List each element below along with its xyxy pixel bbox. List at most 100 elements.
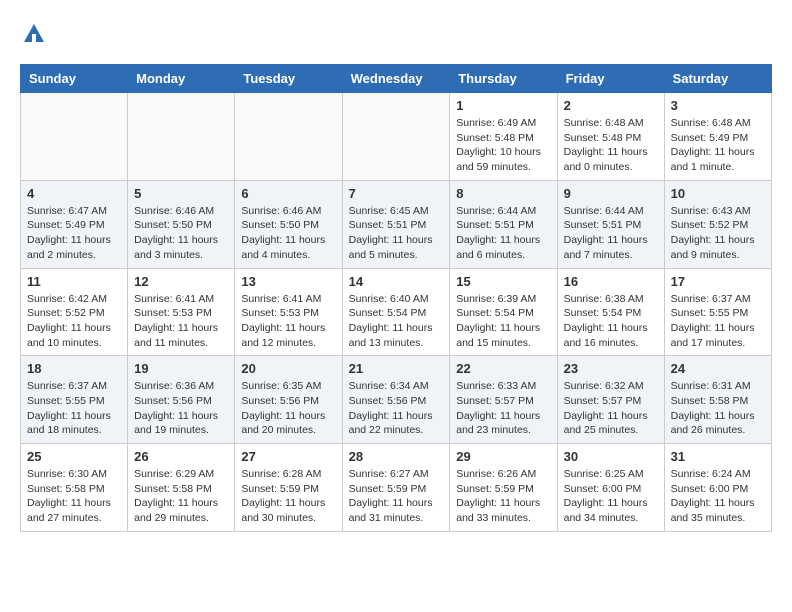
calendar-cell: 3 Sunrise: 6:48 AM Sunset: 5:49 PM Daylig… bbox=[664, 93, 771, 181]
calendar-cell: 7Sunrise: 6:45 AM Sunset: 5:51 PM Daylig… bbox=[342, 180, 450, 268]
day-info: Sunrise: 6:32 AM Sunset: 5:57 PM Dayligh… bbox=[564, 379, 658, 438]
calendar-cell: 10 Sunrise: 6:43 AM Sunset: 5:52 PM Dayli… bbox=[664, 180, 771, 268]
day-number: 27 bbox=[241, 449, 335, 464]
day-number: 23 bbox=[564, 361, 658, 376]
calendar-cell: 5 Sunrise: 6:46 AM Sunset: 5:50 PM Daylig… bbox=[128, 180, 235, 268]
day-info: Sunrise: 6:42 AM Sunset: 5:52 PM Dayligh… bbox=[27, 292, 121, 351]
calendar-cell: 30 Sunrise: 6:25 AM Sunset: 6:00 PM Dayli… bbox=[557, 444, 664, 532]
day-info: Sunrise: 6:35 AM Sunset: 5:56 PM Dayligh… bbox=[241, 379, 335, 438]
day-info: Sunrise: 6:46 AM Sunset: 5:50 PM Dayligh… bbox=[134, 204, 228, 263]
calendar-cell: 20 Sunrise: 6:35 AM Sunset: 5:56 PM Dayli… bbox=[235, 356, 342, 444]
calendar-cell: 8 Sunrise: 6:44 AM Sunset: 5:51 PM Daylig… bbox=[450, 180, 557, 268]
day-info: Sunrise: 6:48 AM Sunset: 5:49 PM Dayligh… bbox=[671, 116, 765, 175]
day-number: 20 bbox=[241, 361, 335, 376]
day-number: 24 bbox=[671, 361, 765, 376]
logo bbox=[20, 20, 52, 48]
calendar-cell bbox=[21, 93, 128, 181]
day-number: 9 bbox=[564, 186, 658, 201]
day-info: Sunrise: 6:44 AM Sunset: 5:51 PM Dayligh… bbox=[564, 204, 658, 263]
day-number: 18 bbox=[27, 361, 121, 376]
column-header-monday: Monday bbox=[128, 65, 235, 93]
day-info: Sunrise: 6:48 AM Sunset: 5:48 PM Dayligh… bbox=[564, 116, 658, 175]
calendar-cell: 25Sunrise: 6:30 AM Sunset: 5:58 PM Dayli… bbox=[21, 444, 128, 532]
day-info: Sunrise: 6:44 AM Sunset: 5:51 PM Dayligh… bbox=[456, 204, 550, 263]
week-row-2: 4Sunrise: 6:47 AM Sunset: 5:49 PM Daylig… bbox=[21, 180, 772, 268]
day-number: 26 bbox=[134, 449, 228, 464]
logo-icon bbox=[20, 20, 48, 48]
calendar-cell: 2 Sunrise: 6:48 AM Sunset: 5:48 PM Daylig… bbox=[557, 93, 664, 181]
day-number: 14 bbox=[349, 274, 444, 289]
column-header-wednesday: Wednesday bbox=[342, 65, 450, 93]
day-number: 16 bbox=[564, 274, 658, 289]
day-number: 3 bbox=[671, 98, 765, 113]
day-number: 25 bbox=[27, 449, 121, 464]
calendar-cell: 16Sunrise: 6:38 AM Sunset: 5:54 PM Dayli… bbox=[557, 268, 664, 356]
calendar-cell: 12Sunrise: 6:41 AM Sunset: 5:53 PM Dayli… bbox=[128, 268, 235, 356]
calendar-table: SundayMondayTuesdayWednesdayThursdayFrid… bbox=[20, 64, 772, 532]
calendar-cell: 17 Sunrise: 6:37 AM Sunset: 5:55 PM Dayli… bbox=[664, 268, 771, 356]
day-info: Sunrise: 6:26 AM Sunset: 5:59 PM Dayligh… bbox=[456, 467, 550, 526]
day-number: 19 bbox=[134, 361, 228, 376]
week-row-1: 1Sunrise: 6:49 AM Sunset: 5:48 PM Daylig… bbox=[21, 93, 772, 181]
calendar-cell bbox=[342, 93, 450, 181]
day-number: 4 bbox=[27, 186, 121, 201]
day-number: 2 bbox=[564, 98, 658, 113]
calendar-cell: 13Sunrise: 6:41 AM Sunset: 5:53 PM Dayli… bbox=[235, 268, 342, 356]
day-number: 17 bbox=[671, 274, 765, 289]
column-header-sunday: Sunday bbox=[21, 65, 128, 93]
calendar-cell: 29 Sunrise: 6:26 AM Sunset: 5:59 PM Dayli… bbox=[450, 444, 557, 532]
day-info: Sunrise: 6:29 AM Sunset: 5:58 PM Dayligh… bbox=[134, 467, 228, 526]
day-info: Sunrise: 6:34 AM Sunset: 5:56 PM Dayligh… bbox=[349, 379, 444, 438]
day-number: 13 bbox=[241, 274, 335, 289]
calendar-cell: 1Sunrise: 6:49 AM Sunset: 5:48 PM Daylig… bbox=[450, 93, 557, 181]
calendar-cell bbox=[128, 93, 235, 181]
calendar-cell: 15 Sunrise: 6:39 AM Sunset: 5:54 PM Dayli… bbox=[450, 268, 557, 356]
calendar-cell: 21 Sunrise: 6:34 AM Sunset: 5:56 PM Dayli… bbox=[342, 356, 450, 444]
calendar-cell: 9 Sunrise: 6:44 AM Sunset: 5:51 PM Daylig… bbox=[557, 180, 664, 268]
column-header-tuesday: Tuesday bbox=[235, 65, 342, 93]
day-info: Sunrise: 6:37 AM Sunset: 5:55 PM Dayligh… bbox=[27, 379, 121, 438]
day-info: Sunrise: 6:25 AM Sunset: 6:00 PM Dayligh… bbox=[564, 467, 658, 526]
day-info: Sunrise: 6:43 AM Sunset: 5:52 PM Dayligh… bbox=[671, 204, 765, 263]
day-info: Sunrise: 6:49 AM Sunset: 5:48 PM Dayligh… bbox=[456, 116, 550, 175]
calendar-cell: 6 Sunrise: 6:46 AM Sunset: 5:50 PM Daylig… bbox=[235, 180, 342, 268]
calendar-cell: 14 Sunrise: 6:40 AM Sunset: 5:54 PM Dayli… bbox=[342, 268, 450, 356]
day-info: Sunrise: 6:40 AM Sunset: 5:54 PM Dayligh… bbox=[349, 292, 444, 351]
day-number: 8 bbox=[456, 186, 550, 201]
week-row-4: 18 Sunrise: 6:37 AM Sunset: 5:55 PM Dayli… bbox=[21, 356, 772, 444]
calendar-cell: 24 Sunrise: 6:31 AM Sunset: 5:58 PM Dayli… bbox=[664, 356, 771, 444]
week-row-5: 25Sunrise: 6:30 AM Sunset: 5:58 PM Dayli… bbox=[21, 444, 772, 532]
day-number: 15 bbox=[456, 274, 550, 289]
day-number: 31 bbox=[671, 449, 765, 464]
day-number: 6 bbox=[241, 186, 335, 201]
day-info: Sunrise: 6:46 AM Sunset: 5:50 PM Dayligh… bbox=[241, 204, 335, 263]
calendar-cell: 22Sunrise: 6:33 AM Sunset: 5:57 PM Dayli… bbox=[450, 356, 557, 444]
calendar-cell: 27Sunrise: 6:28 AM Sunset: 5:59 PM Dayli… bbox=[235, 444, 342, 532]
calendar-cell bbox=[235, 93, 342, 181]
day-number: 7 bbox=[349, 186, 444, 201]
week-row-3: 11 Sunrise: 6:42 AM Sunset: 5:52 PM Dayli… bbox=[21, 268, 772, 356]
day-info: Sunrise: 6:36 AM Sunset: 5:56 PM Dayligh… bbox=[134, 379, 228, 438]
calendar-cell: 18 Sunrise: 6:37 AM Sunset: 5:55 PM Dayli… bbox=[21, 356, 128, 444]
calendar-cell: 4Sunrise: 6:47 AM Sunset: 5:49 PM Daylig… bbox=[21, 180, 128, 268]
day-number: 29 bbox=[456, 449, 550, 464]
calendar-cell: 11 Sunrise: 6:42 AM Sunset: 5:52 PM Dayli… bbox=[21, 268, 128, 356]
day-number: 5 bbox=[134, 186, 228, 201]
day-number: 28 bbox=[349, 449, 444, 464]
day-info: Sunrise: 6:27 AM Sunset: 5:59 PM Dayligh… bbox=[349, 467, 444, 526]
day-info: Sunrise: 6:24 AM Sunset: 6:00 PM Dayligh… bbox=[671, 467, 765, 526]
calendar-header-row: SundayMondayTuesdayWednesdayThursdayFrid… bbox=[21, 65, 772, 93]
calendar-cell: 28 Sunrise: 6:27 AM Sunset: 5:59 PM Dayli… bbox=[342, 444, 450, 532]
day-number: 30 bbox=[564, 449, 658, 464]
calendar-cell: 26 Sunrise: 6:29 AM Sunset: 5:58 PM Dayli… bbox=[128, 444, 235, 532]
calendar-cell: 23 Sunrise: 6:32 AM Sunset: 5:57 PM Dayli… bbox=[557, 356, 664, 444]
day-info: Sunrise: 6:31 AM Sunset: 5:58 PM Dayligh… bbox=[671, 379, 765, 438]
day-info: Sunrise: 6:39 AM Sunset: 5:54 PM Dayligh… bbox=[456, 292, 550, 351]
calendar-cell: 19 Sunrise: 6:36 AM Sunset: 5:56 PM Dayli… bbox=[128, 356, 235, 444]
day-number: 12 bbox=[134, 274, 228, 289]
day-number: 21 bbox=[349, 361, 444, 376]
day-number: 11 bbox=[27, 274, 121, 289]
day-number: 10 bbox=[671, 186, 765, 201]
day-info: Sunrise: 6:33 AM Sunset: 5:57 PM Dayligh… bbox=[456, 379, 550, 438]
day-info: Sunrise: 6:37 AM Sunset: 5:55 PM Dayligh… bbox=[671, 292, 765, 351]
